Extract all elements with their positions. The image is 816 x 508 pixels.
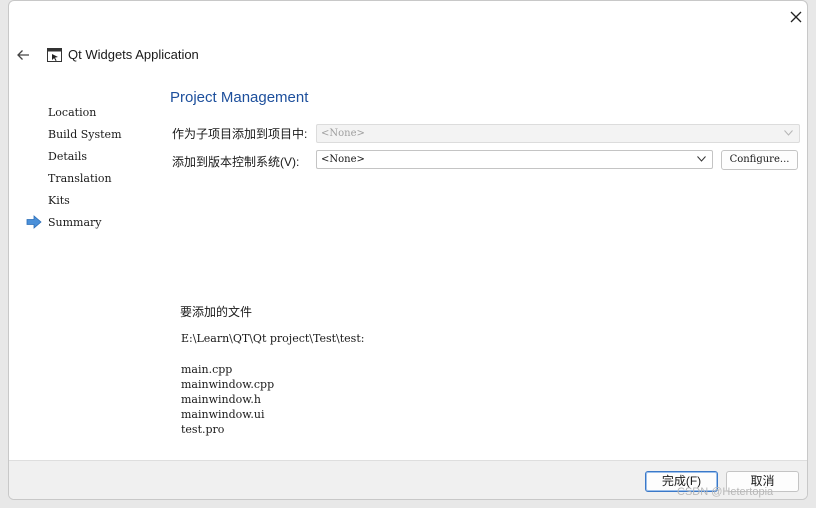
version-control-combo[interactable]: <None> <box>316 150 713 169</box>
add-to-project-label: 作为子项目添加到项目中: <box>172 127 308 141</box>
step-summary: Summary <box>9 214 122 236</box>
configure-button[interactable]: Configure... <box>721 150 798 170</box>
chevron-down-icon <box>697 156 706 162</box>
step-translation: Translation <box>9 170 122 192</box>
watermark: CSDN @Hetertopia <box>677 486 774 498</box>
wizard-steps: Location Build System Details Translatio… <box>9 104 122 236</box>
step-label: Summary <box>48 216 102 229</box>
add-to-project-value: <None> <box>321 128 365 139</box>
step-build-system: Build System <box>9 126 122 148</box>
step-kits: Kits <box>9 192 122 214</box>
step-location: Location <box>9 104 122 126</box>
step-label: Kits <box>48 194 70 207</box>
wizard-window: Qt Widgets Application Location Build Sy… <box>8 0 808 500</box>
step-details: Details <box>9 148 122 170</box>
page-heading: Project Management <box>170 89 309 106</box>
qt-widget-window-icon <box>47 48 62 62</box>
step-label: Details <box>48 150 87 163</box>
version-control-value: <None> <box>321 154 365 165</box>
file-item: mainwindow.ui <box>181 408 265 421</box>
back-arrow-icon <box>17 50 29 60</box>
file-item: test.pro <box>181 423 225 436</box>
back-button[interactable] <box>13 45 33 65</box>
close-button[interactable] <box>785 6 807 28</box>
add-to-project-combo: <None> <box>316 124 800 143</box>
file-item: mainwindow.cpp <box>181 378 275 391</box>
file-list: main.cpp mainwindow.cpp mainwindow.h mai… <box>181 362 274 437</box>
files-heading: 要添加的文件 <box>180 305 253 319</box>
step-label: Location <box>48 106 97 119</box>
step-label: Build System <box>48 128 122 141</box>
chevron-down-icon <box>784 130 793 136</box>
files-path: E:\Learn\QT\Qt project\Test\test: <box>181 332 365 345</box>
current-step-arrow-icon <box>26 215 42 229</box>
file-item: mainwindow.h <box>181 393 261 406</box>
file-item: main.cpp <box>181 363 233 376</box>
wizard-title: Qt Widgets Application <box>68 47 199 62</box>
version-control-label: 添加到版本控制系统(V): <box>172 155 300 169</box>
step-label: Translation <box>48 172 112 185</box>
close-icon <box>790 11 802 23</box>
